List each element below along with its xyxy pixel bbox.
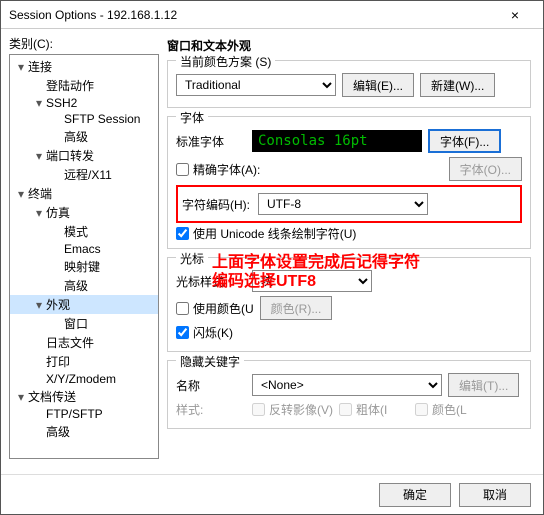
tree-item[interactable]: ▾端口转发 xyxy=(10,146,158,165)
tree-item[interactable]: ▾外观 xyxy=(10,295,158,314)
tree-item-label: 打印 xyxy=(46,355,70,369)
tree-item[interactable]: 登陆动作 xyxy=(10,76,158,95)
tree-item-label: Emacs xyxy=(64,242,101,256)
color-checkbox xyxy=(415,403,428,416)
hide-name-select[interactable]: <None> xyxy=(252,374,442,396)
cursor-color-button: 颜色(R)... xyxy=(260,296,333,320)
tree-item[interactable]: 远程/X11 xyxy=(10,165,158,184)
left-pane: 类别(C): ▾连接登陆动作▾SSH2SFTP Session高级▾端口转发远程… xyxy=(9,35,159,474)
color-scheme-select[interactable]: Traditional xyxy=(176,74,336,96)
annotation-overlay: 上面字体设置完成后记得字符 编码选择UTF8 xyxy=(212,253,420,291)
tree-item[interactable]: 高级 xyxy=(10,422,158,441)
precise-font-label: 精确字体(A): xyxy=(193,161,260,178)
tree-item-label: X/Y/Zmodem xyxy=(46,372,116,386)
font-preview: Consolas 16pt xyxy=(252,130,422,152)
cursor-legend: 光标 xyxy=(176,250,208,267)
chevron-icon: ▾ xyxy=(14,390,28,404)
tree-item[interactable]: Emacs xyxy=(10,241,158,257)
bold-checkbox xyxy=(339,403,352,416)
tree-item-label: SSH2 xyxy=(46,96,77,110)
tree-item-label: 映射键 xyxy=(64,260,100,274)
tree-item-label: 窗口 xyxy=(64,317,88,331)
color-scheme-new-button[interactable]: 新建(W)... xyxy=(420,73,495,97)
standard-font-label: 标准字体 xyxy=(176,133,246,150)
panel-heading: 窗口和文本外观 xyxy=(167,37,531,54)
right-pane: 窗口和文本外观 当前颜色方案 (S) Traditional 编辑(E)... … xyxy=(167,35,535,474)
footer: 确定 取消 xyxy=(1,474,543,514)
tree-item[interactable]: 映射键 xyxy=(10,257,158,276)
tree-item-label: 登陆动作 xyxy=(46,79,94,93)
font-button[interactable]: 字体(F)... xyxy=(428,129,501,153)
blink-label: 闪烁(K) xyxy=(193,324,233,341)
tree-item-label: 日志文件 xyxy=(46,336,94,350)
hide-style-label: 样式: xyxy=(176,401,246,418)
tree-item[interactable]: X/Y/Zmodem xyxy=(10,371,158,387)
encoding-select[interactable]: UTF-8 xyxy=(258,193,428,215)
tree-item[interactable]: SFTP Session xyxy=(10,111,158,127)
content: 类别(C): ▾连接登陆动作▾SSH2SFTP Session高级▾端口转发远程… xyxy=(1,29,543,474)
title-bar: Session Options - 192.168.1.12 × xyxy=(1,1,543,29)
fonts-group: 字体 标准字体 Consolas 16pt 字体(F)... 精确字体(A): … xyxy=(167,116,531,249)
tree-item-label: 仿真 xyxy=(46,206,70,220)
tree-item-label: 高级 xyxy=(46,425,70,439)
hide-name-label: 名称 xyxy=(176,377,246,394)
color-scheme-group: 当前颜色方案 (S) Traditional 编辑(E)... 新建(W)... xyxy=(167,60,531,108)
tree-item[interactable]: 高级 xyxy=(10,276,158,295)
hide-edit-button: 编辑(T)... xyxy=(448,373,519,397)
tree-item[interactable]: 日志文件 xyxy=(10,333,158,352)
chevron-icon: ▾ xyxy=(32,298,46,312)
cancel-button[interactable]: 取消 xyxy=(459,483,531,507)
chevron-icon: ▾ xyxy=(14,60,28,74)
chevron-icon: ▾ xyxy=(14,187,28,201)
tree-item[interactable]: FTP/SFTP xyxy=(10,406,158,422)
window-title: Session Options - 192.168.1.12 xyxy=(9,8,495,22)
tree-item-label: 远程/X11 xyxy=(64,168,112,182)
close-icon[interactable]: × xyxy=(495,7,535,23)
hide-keyword-group: 隐藏关键字 名称 <None> 编辑(T)... 样式: 反转影像(V) 粗体(… xyxy=(167,360,531,429)
tree-item-label: 端口转发 xyxy=(46,149,94,163)
tree-item[interactable]: ▾终端 xyxy=(10,184,158,203)
tree-item-label: 高级 xyxy=(64,279,88,293)
chevron-icon: ▾ xyxy=(32,96,46,110)
tree-item-label: 连接 xyxy=(28,60,52,74)
use-color-label: 使用颜色(U xyxy=(193,300,254,317)
tree-item[interactable]: 模式 xyxy=(10,222,158,241)
tree-item-label: 高级 xyxy=(64,130,88,144)
unicode-lines-checkbox[interactable] xyxy=(176,227,189,240)
tree-item[interactable]: ▾连接 xyxy=(10,57,158,76)
tree-item-label: 终端 xyxy=(28,187,52,201)
blink-checkbox[interactable] xyxy=(176,326,189,339)
hide-keyword-legend: 隐藏关键字 xyxy=(176,353,244,370)
tree-item[interactable]: 打印 xyxy=(10,352,158,371)
fonts-legend: 字体 xyxy=(176,109,208,126)
ok-button[interactable]: 确定 xyxy=(379,483,451,507)
tree-item[interactable]: 窗口 xyxy=(10,314,158,333)
tree-item[interactable]: ▾仿真 xyxy=(10,203,158,222)
tree-item-label: FTP/SFTP xyxy=(46,407,103,421)
tree-item-label: 外观 xyxy=(46,298,70,312)
color-scheme-edit-button[interactable]: 编辑(E)... xyxy=(342,73,414,97)
precise-font-button: 字体(O)... xyxy=(449,157,522,181)
chevron-icon: ▾ xyxy=(32,206,46,220)
color-scheme-legend: 当前颜色方案 (S) xyxy=(176,53,275,70)
tree-item[interactable]: ▾文档传送 xyxy=(10,387,158,406)
encoding-label: 字符编码(H): xyxy=(182,196,252,213)
unicode-lines-label: 使用 Unicode 线条绘制字符(U) xyxy=(193,225,356,242)
chevron-icon: ▾ xyxy=(32,149,46,163)
tree-item[interactable]: ▾SSH2 xyxy=(10,95,158,111)
category-label: 类别(C): xyxy=(9,35,159,52)
category-tree[interactable]: ▾连接登陆动作▾SSH2SFTP Session高级▾端口转发远程/X11▾终端… xyxy=(9,54,159,459)
tree-item-label: 模式 xyxy=(64,225,88,239)
precise-font-checkbox[interactable] xyxy=(176,163,189,176)
invert-checkbox xyxy=(252,403,265,416)
encoding-highlight: 字符编码(H): UTF-8 xyxy=(176,185,522,223)
tree-item-label: 文档传送 xyxy=(28,390,76,404)
use-color-checkbox[interactable] xyxy=(176,302,189,315)
tree-item-label: SFTP Session xyxy=(64,112,140,126)
tree-item[interactable]: 高级 xyxy=(10,127,158,146)
